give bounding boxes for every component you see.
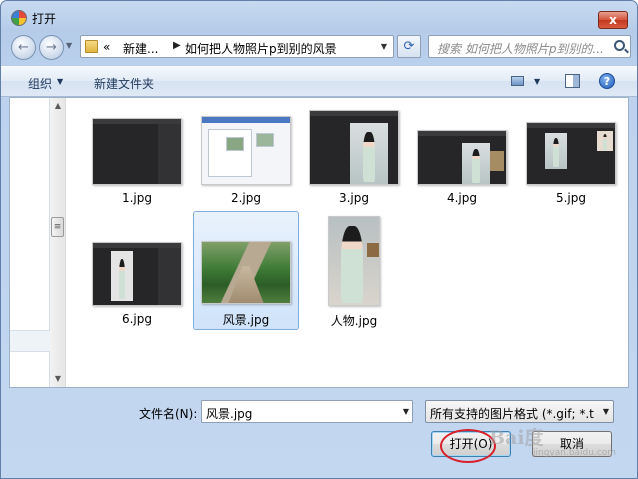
back-button[interactable]: ←: [11, 35, 36, 60]
file-name: 1.jpg: [121, 191, 153, 205]
file-item-3[interactable]: 3.jpg: [301, 104, 407, 223]
file-type-value[interactable]: 所有支持的图片格式 (*.gif; *.tif: [430, 405, 595, 422]
vertical-scrollbar[interactable]: ▲ ≡ ▼: [50, 98, 66, 387]
change-view-icon[interactable]: [511, 76, 524, 86]
address-prefix[interactable]: «: [103, 40, 110, 54]
scroll-thumb[interactable]: ≡: [51, 217, 64, 237]
file-name: 6.jpg: [121, 312, 153, 326]
toolbar: 组织 ▼ 新建文件夹 ▼ ?: [1, 65, 637, 97]
navigation-pane[interactable]: [10, 98, 50, 387]
file-name: 5.jpg: [555, 191, 587, 205]
file-thumbnail: [92, 242, 182, 306]
close-button[interactable]: x: [598, 11, 628, 29]
filename-label: 文件名(N):: [139, 407, 198, 421]
title-bar[interactable]: 打开 x: [1, 1, 637, 33]
file-thumbnail: [201, 241, 291, 304]
file-item-1[interactable]: 1.jpg: [84, 104, 190, 223]
file-item-8[interactable]: 人物.jpg: [301, 212, 407, 331]
filename-dropdown-icon[interactable]: ▼: [403, 407, 409, 416]
file-thumbnail: [526, 122, 616, 185]
file-name: 2.jpg: [230, 191, 262, 205]
organize-button[interactable]: 组织: [28, 75, 52, 92]
recent-locations-dropdown-icon[interactable]: ▼: [66, 41, 72, 50]
file-type-dropdown-icon[interactable]: ▼: [603, 407, 609, 416]
file-thumbnail: [309, 110, 399, 185]
folder-icon: [85, 40, 98, 53]
file-thumbnail: [417, 130, 507, 185]
filename-value[interactable]: 风景.jpg: [206, 405, 252, 422]
file-item-2[interactable]: 2.jpg: [193, 104, 299, 223]
organize-dropdown-icon[interactable]: ▼: [57, 77, 63, 86]
address-bar[interactable]: « 新建... ▶ 如何把人物照片p到别的风景 ▼: [80, 35, 394, 58]
scroll-up-icon[interactable]: ▲: [50, 98, 66, 114]
file-thumbnail: [328, 216, 380, 306]
window-title: 打开: [32, 12, 57, 26]
file-name: 人物.jpg: [330, 314, 378, 328]
search-input[interactable]: 搜索 如何把人物照片p到别的...: [437, 40, 607, 57]
nav-pane-item[interactable]: [10, 330, 50, 352]
file-item-7[interactable]: 风景.jpg: [193, 211, 299, 330]
file-list: 1.jpg 2.jpg 3.jpg 4.jpg 5.jpg 6.jpg 风景.j…: [70, 98, 628, 387]
cancel-button[interactable]: 取消: [532, 431, 612, 457]
breadcrumb-parent[interactable]: 新建...: [123, 40, 158, 57]
view-dropdown-icon[interactable]: ▼: [534, 77, 540, 86]
file-name: 风景.jpg: [222, 313, 270, 327]
file-thumbnail: [92, 118, 182, 185]
refresh-button[interactable]: ⟳: [397, 35, 421, 58]
file-item-5[interactable]: 5.jpg: [518, 104, 624, 223]
breadcrumb-current[interactable]: 如何把人物照片p到别的风景: [185, 40, 337, 57]
file-type-select[interactable]: 所有支持的图片格式 (*.gif; *.tif ▼: [425, 400, 614, 423]
file-browser: ▲ ≡ ▼ 1.jpg 2.jpg 3.jpg 4.jpg 5.jpg 6.jp…: [9, 97, 629, 388]
file-name: 3.jpg: [338, 191, 370, 205]
file-item-4[interactable]: 4.jpg: [409, 104, 515, 223]
address-dropdown-icon[interactable]: ▼: [375, 36, 393, 57]
file-item-6[interactable]: 6.jpg: [84, 212, 190, 331]
scroll-down-icon[interactable]: ▼: [50, 371, 66, 387]
annotation-circle: [440, 429, 496, 463]
help-icon[interactable]: ?: [599, 73, 615, 89]
file-name: 4.jpg: [446, 191, 478, 205]
forward-button[interactable]: →: [39, 35, 64, 60]
breadcrumb-separator-icon[interactable]: ▶: [173, 40, 181, 51]
search-icon[interactable]: [614, 40, 625, 51]
new-folder-button[interactable]: 新建文件夹: [94, 75, 154, 92]
search-box[interactable]: 搜索 如何把人物照片p到别的...: [428, 35, 631, 58]
app-icon: [11, 10, 27, 26]
file-thumbnail: [201, 116, 291, 185]
preview-pane-icon[interactable]: [565, 74, 580, 88]
open-file-dialog: 打开 x ← → ▼ « 新建... ▶ 如何把人物照片p到别的风景 ▼ ⟳ 搜…: [0, 0, 638, 479]
filename-field[interactable]: 风景.jpg ▼: [201, 400, 413, 423]
